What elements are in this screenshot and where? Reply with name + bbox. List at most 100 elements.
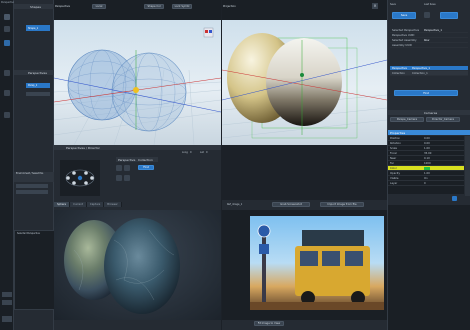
eye-small-icon[interactable] [124, 175, 130, 181]
perspective-list-item[interactable]: Persp_1 [26, 83, 50, 88]
bottom-left-tabs: Sphere Current Capture Browser [54, 202, 122, 207]
perspective-row-label: Perspective [392, 66, 408, 70]
import-image-label: Import Image from file [327, 203, 357, 206]
viewport-left-tab[interactable]: Perspective [55, 4, 70, 9]
vertical-side-tabs[interactable] [465, 136, 470, 196]
camera-tool-icon[interactable] [4, 14, 10, 20]
property-value: 35.00 [424, 151, 432, 155]
first-button-label: First [143, 166, 149, 169]
properties-table: Position 0.00 Rotation 0.00 Scale 1.00 Foca… [388, 136, 464, 194]
perspective-row-value: Perspective_1 [412, 66, 430, 70]
env-item-2[interactable] [16, 190, 48, 194]
director-panel: Perspectives / Director Long 0 Lat 0 Per… [54, 145, 221, 200]
info-fields: Selected Perspective Perspective_1 Persp… [390, 28, 468, 48]
cameras-header-label: Cameras [423, 110, 438, 115]
field-value[interactable]: Perspective_1 [424, 29, 442, 32]
grid-tool-icon[interactable] [4, 40, 10, 46]
bottom-right-panel: Ref_image_1 Grab Screenshot Import Image… [222, 200, 387, 330]
property-label: Focal [390, 151, 397, 155]
mode-dropdown[interactable]: Local [92, 4, 106, 9]
bottom-info-icon[interactable] [452, 196, 457, 201]
tab-capture[interactable]: Capture [86, 202, 105, 207]
properties-header-label: Properties [390, 130, 406, 135]
toolbar-title: Perspective [1, 1, 15, 4]
camera-item-director[interactable]: Director_Camera [426, 117, 460, 122]
first-button[interactable]: First [138, 165, 154, 170]
collection-row-label: Collection [392, 71, 405, 75]
first-right-button[interactable]: First [394, 90, 458, 96]
field-value[interactable]: Row [424, 39, 429, 42]
viewport-right-tab-label: Projection [223, 5, 236, 8]
left-tool-strip: Perspective [0, 0, 15, 330]
viewport-right-scene [222, 33, 387, 139]
director-header: Perspectives / Director [54, 145, 221, 150]
fit-image-button[interactable]: Fit Image to View [254, 321, 284, 326]
bottom-tool-3-icon[interactable] [2, 316, 12, 322]
brush-tool-icon[interactable] [4, 70, 10, 76]
field-value[interactable]: b04c9271-0935-4e4c-8f95-a7f82e3c1d50 [424, 35, 468, 36]
select-tool-icon[interactable] [4, 112, 10, 118]
shape-col-field[interactable]: Shape Col [144, 4, 164, 9]
cube-small-icon[interactable] [116, 175, 122, 181]
close-right-icon[interactable]: × [372, 3, 378, 9]
shape-list-item[interactable]: Shape_1 [26, 25, 50, 31]
viewport-right-tab[interactable]: Projection [223, 4, 236, 9]
camera-item-label: Director_Camera [432, 118, 454, 121]
property-value: On [424, 176, 428, 180]
viewport-left-tab-label: Perspective [55, 5, 71, 8]
camera-list: Perspe_Camera Director_Camera [390, 117, 468, 122]
perspective-list-item-2[interactable] [26, 92, 50, 96]
folder-icon[interactable] [424, 12, 430, 18]
tab-browser[interactable]: Browser [104, 202, 122, 207]
viewport-left-toolbar: Perspective Local Shape Col Lock Symbl × [54, 0, 237, 20]
perspectives-header: Perspectives [14, 70, 54, 75]
reference-image [250, 216, 384, 310]
bottom-tool-2-icon[interactable] [2, 300, 12, 305]
shape-col-label: Shape Col [147, 5, 161, 8]
perspectives-header-label: Perspectives [28, 70, 47, 75]
env-item-1[interactable] [16, 184, 48, 188]
right-panel: Save Last Save Save Selected Perspective… [387, 0, 470, 330]
lock-symbol-field[interactable]: Lock Symbl [172, 4, 192, 9]
property-row[interactable]: Layer 0 [388, 181, 464, 186]
camera-item-perspe[interactable]: Perspe_Camera [390, 117, 424, 122]
export-button[interactable] [440, 12, 458, 19]
right-bottom-empty [388, 205, 470, 330]
long-label: Long [182, 151, 188, 154]
viewport-left[interactable] [54, 20, 221, 145]
collection-header: Collection [136, 157, 158, 162]
property-label: Visible [390, 176, 399, 180]
group-tool-icon[interactable] [4, 26, 10, 32]
grab-screenshot-button[interactable]: Grab Screenshot [272, 202, 310, 207]
property-value: 1000 [424, 161, 431, 165]
cameras-header: Cameras [388, 110, 470, 115]
image-view-area[interactable] [222, 210, 387, 320]
property-label: Position [390, 136, 401, 140]
property-value: 0.00 [424, 136, 430, 140]
shape-item-label: Shape_1 [28, 26, 39, 30]
property-label: Opacity [390, 171, 400, 175]
collection-row[interactable]: Collection Collection_1 [390, 71, 468, 76]
mode-dropdown-label: Local [95, 5, 103, 8]
import-image-button[interactable]: Import Image from file [320, 202, 364, 207]
save-button[interactable]: Save [392, 12, 416, 19]
tab-current[interactable]: Current [70, 202, 87, 207]
save-button-label: Save [400, 14, 408, 17]
camera-small-icon[interactable] [116, 165, 122, 171]
long-value[interactable]: 0 [190, 151, 192, 154]
viewport-right[interactable] [222, 20, 387, 145]
property-value: 0.10 [424, 156, 430, 160]
tab-sphere[interactable]: Sphere [54, 202, 71, 207]
bottom-tool-1-icon[interactable] [2, 292, 12, 297]
texture-viewport[interactable] [54, 210, 221, 320]
transform-tool-icon[interactable] [4, 90, 10, 96]
shapes-header-label: Shapes [30, 4, 41, 9]
field-value[interactable]: 0a5c1f83-b046-4dc6-a94c-a9785c0b12ff [424, 45, 468, 46]
property-value: 0 [424, 181, 426, 185]
list-small-icon[interactable] [124, 165, 130, 171]
orbit-control[interactable] [60, 160, 100, 196]
field-label: Assembly UUID [392, 43, 412, 47]
lat-value[interactable]: 0 [206, 151, 208, 154]
color-swatch[interactable] [424, 166, 430, 170]
environment-header: Environment / Saved Pos [14, 172, 54, 182]
